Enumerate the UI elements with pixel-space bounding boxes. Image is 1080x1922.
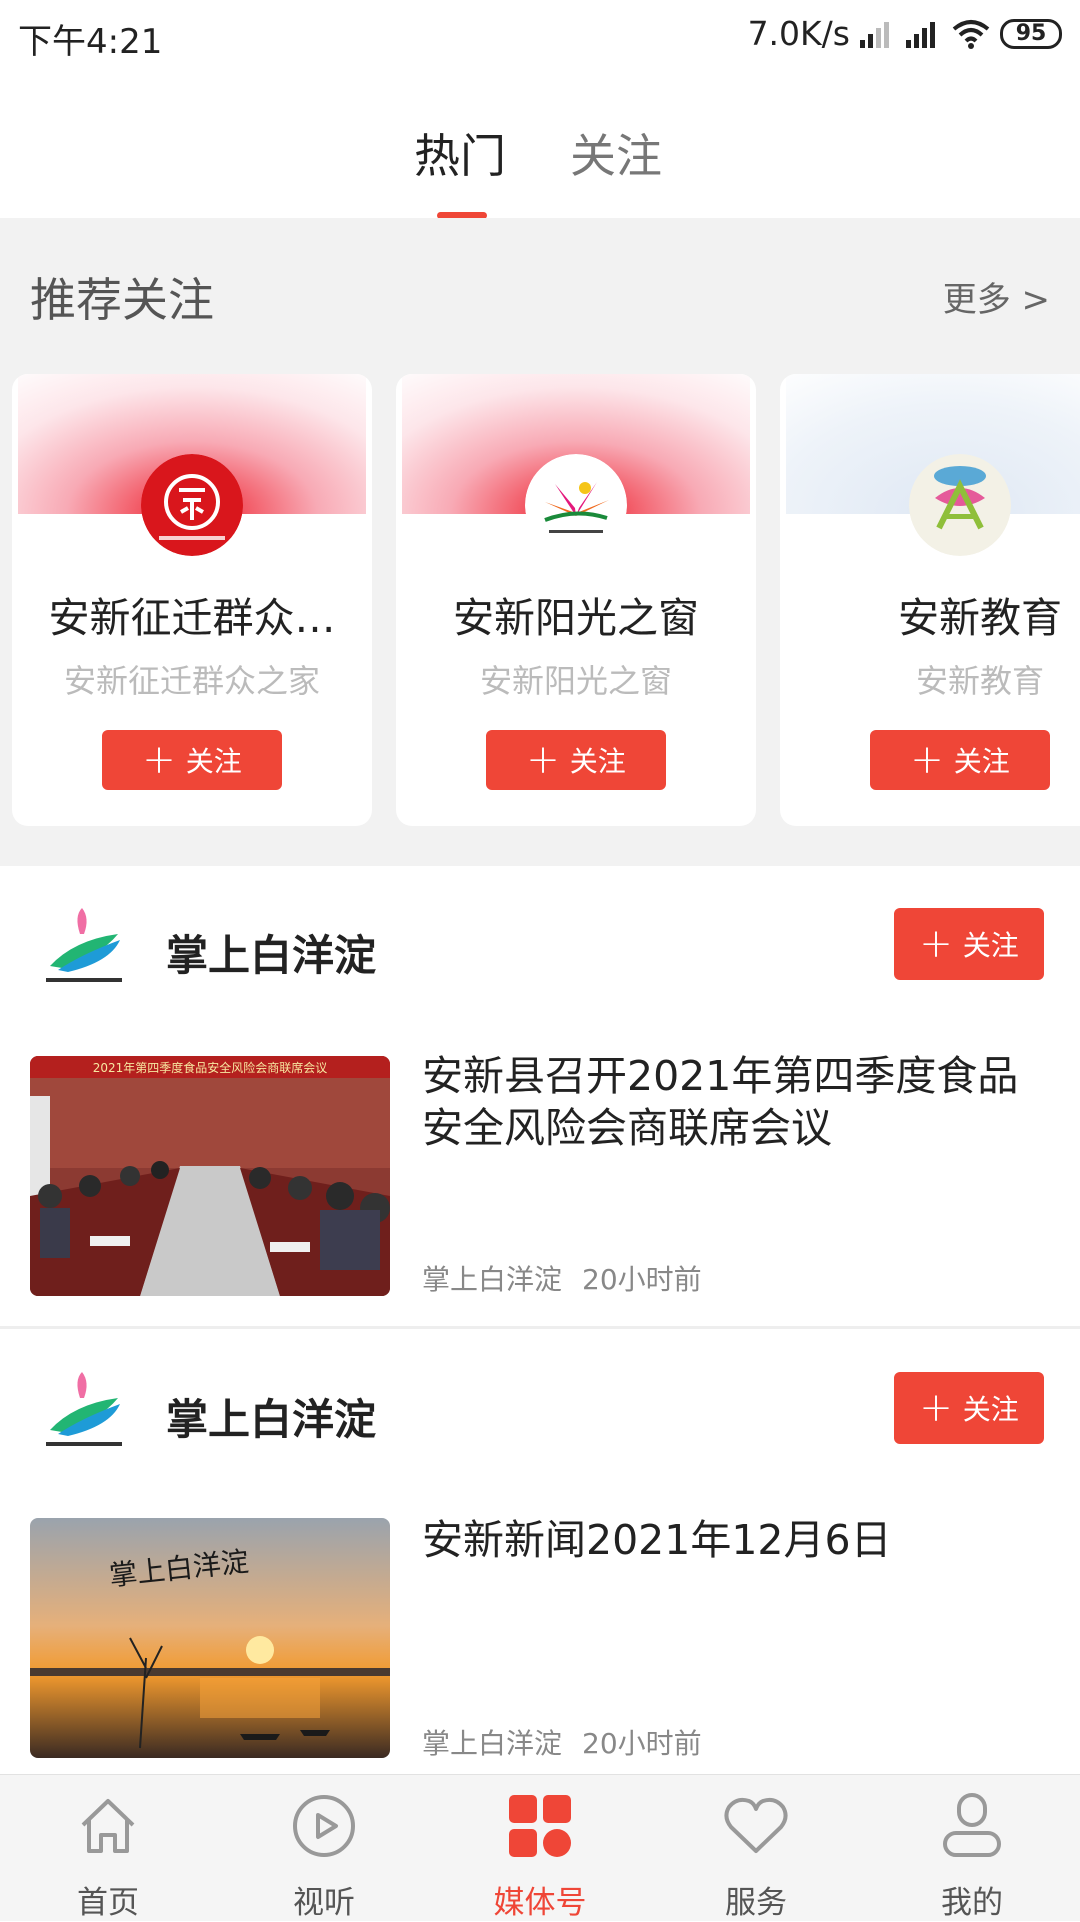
recommend-section: 推荐关注 更多 > 安新征迁群众… 安新征迁群众之家 + 关注 安新阳光之窗 安…	[0, 218, 1080, 866]
card-desc: 安新征迁群众之家	[63, 662, 320, 700]
nav-mine[interactable]: 我的	[912, 1791, 1032, 1922]
card-name: 安新征迁群众…	[48, 594, 336, 642]
thumb-banner-text: 2021年第四季度食品安全风险会商联席会议	[93, 1060, 328, 1075]
nav-label: 首页	[77, 1885, 139, 1921]
meta-time: 20小时前	[582, 1263, 702, 1296]
card-follow-button[interactable]: + 关注	[486, 730, 666, 790]
article-meta: 掌上白洋淀 20小时前	[422, 1722, 702, 1762]
follow-button[interactable]: + 关注	[894, 908, 1044, 980]
card-logo-jiaoyu	[909, 454, 1011, 556]
nav-label: 媒体号	[493, 1885, 587, 1921]
network-speed: 7.0K/s	[747, 14, 850, 53]
media-name[interactable]: 掌上白洋淀	[166, 1386, 376, 1447]
follow-label: 关注	[962, 929, 1019, 962]
nav-label: 服务	[725, 1885, 787, 1921]
bottom-navigation: 首页 视听 媒体号 服务 我的	[0, 1774, 1080, 1921]
article-item[interactable]: 掌上白洋淀 + 关注 2021年第四季度食品安全风险会商联席会议 安新县召开20…	[0, 866, 1080, 1326]
tab-hot[interactable]: 热门	[414, 120, 506, 186]
card-name: 安新阳光之窗	[453, 594, 699, 642]
follow-label: 关注	[962, 1393, 1019, 1426]
status-bar: 下午4:21 7.0K/s 95	[0, 0, 1080, 74]
wifi-icon	[952, 19, 990, 49]
card-name: 安新教育	[898, 594, 1062, 642]
plus-icon: +	[910, 737, 944, 783]
meta-source: 掌上白洋淀	[422, 1727, 563, 1760]
plus-icon: +	[919, 921, 953, 967]
media-name[interactable]: 掌上白洋淀	[166, 922, 376, 983]
card-logo-yangguang	[525, 454, 627, 556]
card-desc: 安新教育	[915, 662, 1044, 700]
status-time: 下午4:21	[18, 22, 163, 62]
home-icon	[81, 1799, 135, 1853]
meta-time: 20小时前	[582, 1727, 702, 1760]
article-meta: 掌上白洋淀 20小时前	[422, 1258, 702, 1298]
meta-source: 掌上白洋淀	[422, 1263, 563, 1296]
article-title[interactable]: 安新新闻2021年12月6日	[422, 1514, 1042, 1566]
article-thumbnail[interactable]: 掌上白洋淀	[30, 1518, 390, 1758]
status-right: 7.0K/s 95	[748, 14, 1062, 53]
follow-label: 关注	[185, 745, 242, 778]
nav-label: 视听	[293, 1885, 355, 1921]
card-follow-button[interactable]: + 关注	[870, 730, 1050, 790]
signal-weak-icon	[860, 21, 889, 48]
article-source-header: 掌上白洋淀 + 关注	[0, 1330, 1080, 1510]
card-logo-zhengqian	[141, 454, 243, 556]
signal-icon	[906, 21, 935, 48]
nav-audio-video[interactable]: 视听	[264, 1791, 384, 1922]
card-desc: 安新阳光之窗	[479, 662, 672, 700]
article-item[interactable]: 掌上白洋淀 + 关注 掌上白洋淀 安新新闻2021年12月6日 掌上白洋淀 20…	[0, 1330, 1080, 1790]
recommend-card[interactable]: 安新阳光之窗 安新阳光之窗 + 关注	[396, 374, 756, 826]
recommend-title: 推荐关注	[30, 273, 214, 327]
article-source-header: 掌上白洋淀 + 关注	[0, 866, 1080, 1046]
recommend-card[interactable]: 安新征迁群众… 安新征迁群众之家 + 关注	[12, 374, 372, 826]
follow-button[interactable]: + 关注	[894, 1372, 1044, 1444]
battery-indicator: 95	[1000, 18, 1062, 49]
media-logo[interactable]	[40, 904, 128, 992]
nav-media[interactable]: 媒体号	[480, 1791, 600, 1922]
nav-service[interactable]: 服务	[696, 1791, 816, 1922]
plus-icon: +	[142, 737, 176, 783]
more-link[interactable]: 更多 >	[943, 272, 1050, 321]
plus-icon: +	[526, 737, 560, 783]
grid-icon	[509, 1795, 571, 1857]
play-circle-icon	[293, 1795, 355, 1857]
tab-follow[interactable]: 关注	[570, 120, 662, 186]
article-title[interactable]: 安新县召开2021年第四季度食品安全风险会商联席会议	[422, 1050, 1042, 1154]
person-icon	[943, 1793, 1001, 1857]
follow-label: 关注	[569, 745, 626, 778]
plus-icon: +	[919, 1385, 953, 1431]
media-logo[interactable]	[40, 1368, 128, 1456]
card-follow-button[interactable]: + 关注	[102, 730, 282, 790]
follow-label: 关注	[953, 745, 1010, 778]
divider	[0, 1326, 1080, 1329]
recommend-card[interactable]: 安新教育 安新教育 + 关注	[780, 374, 1080, 826]
top-tabs: 热门 关注	[0, 74, 1080, 219]
heart-icon	[724, 1797, 788, 1853]
article-thumbnail[interactable]: 2021年第四季度食品安全风险会商联席会议	[30, 1056, 390, 1296]
nav-label: 我的	[941, 1885, 1003, 1921]
nav-home[interactable]: 首页	[48, 1791, 168, 1922]
